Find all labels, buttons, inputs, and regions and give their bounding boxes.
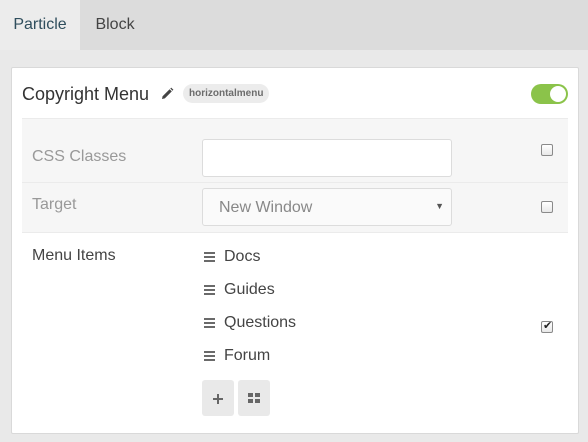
- particle-panel: Copyright Menu horizontalmenu CSS Classe…: [11, 67, 579, 434]
- panel-title: Copyright Menu: [22, 84, 150, 104]
- menu-items-checkbox[interactable]: ✔: [541, 320, 553, 333]
- caret-down-icon: ▼: [435, 201, 444, 211]
- menu-items-row: Menu Items Docs Guides Questions Forum ✔: [22, 232, 568, 432]
- css-classes-checkbox[interactable]: [541, 144, 553, 156]
- add-collection-button[interactable]: [238, 380, 270, 416]
- grid-icon: [248, 393, 260, 403]
- css-classes-label: CSS Classes: [32, 148, 127, 165]
- toggle-knob: [550, 86, 566, 102]
- target-select[interactable]: New Window ▼: [202, 188, 452, 226]
- css-classes-row: CSS Classes: [22, 118, 568, 182]
- grip-icon[interactable]: [204, 318, 215, 328]
- target-select-value: New Window: [219, 199, 313, 216]
- tab-block[interactable]: Block: [80, 0, 150, 50]
- panel-header: Copyright Menu horizontalmenu: [12, 68, 578, 118]
- menu-item-label: Forum: [224, 347, 271, 364]
- tab-particle[interactable]: Particle: [0, 0, 80, 50]
- target-checkbox[interactable]: [541, 201, 553, 213]
- pencil-icon[interactable]: [160, 87, 174, 101]
- menu-item-label: Docs: [224, 248, 261, 265]
- check-icon: ✔: [543, 320, 553, 332]
- grip-icon[interactable]: [204, 351, 215, 361]
- grip-icon[interactable]: [204, 252, 215, 262]
- type-badge: horizontalmenu: [183, 84, 270, 103]
- menu-item-label: Questions: [224, 314, 297, 331]
- tab-bar: Particle Block: [0, 0, 588, 50]
- enable-toggle[interactable]: [531, 84, 568, 104]
- target-row: Target New Window ▼: [22, 182, 568, 232]
- css-classes-input[interactable]: [202, 139, 452, 177]
- add-item-button[interactable]: [202, 380, 234, 416]
- menu-items-label: Menu Items: [32, 247, 116, 264]
- plus-icon: [213, 394, 223, 404]
- menu-item-label: Guides: [224, 281, 275, 298]
- target-label: Target: [32, 196, 77, 213]
- grip-icon[interactable]: [204, 285, 215, 295]
